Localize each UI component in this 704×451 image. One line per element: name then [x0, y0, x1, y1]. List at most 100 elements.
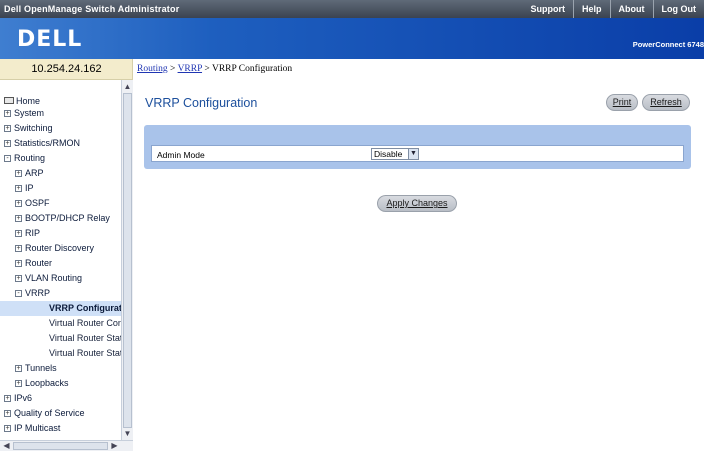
plus-box-icon[interactable]: + — [4, 425, 11, 432]
breadcrumb-current: VRRP Configuration — [211, 64, 293, 74]
banner: DELL PowerConnect 6748 — [0, 18, 704, 59]
top-bar: Dell OpenManage Switch Administrator Sup… — [0, 0, 704, 18]
plus-box-icon[interactable]: + — [4, 395, 11, 402]
sidebar-vertical-scrollbar[interactable]: ▲ ▼ — [121, 80, 133, 440]
tree-item-label: Tunnels — [25, 363, 57, 373]
tree-item-label: Virtual Router Con — [49, 318, 121, 328]
tree-item-bootp-dhcp-relay[interactable]: + BOOTP/DHCP Relay — [15, 211, 110, 226]
breadcrumb: Routing > VRRP > VRRP Configuration — [133, 59, 704, 80]
help-link[interactable]: Help — [572, 0, 610, 18]
tree-item-label: Router Discovery — [25, 243, 95, 253]
scrollbar-thumb[interactable] — [13, 442, 108, 450]
scroll-right-icon[interactable]: ▶ — [109, 441, 120, 451]
tree-item-virtual-router-config[interactable]: Virtual Router Con — [49, 316, 121, 331]
tree-item-label: Statistics/RMON — [14, 138, 81, 148]
tree-item-vrrp-configuration[interactable]: VRRP Configurat — [0, 301, 121, 316]
dell-logo: DELL — [17, 27, 83, 52]
tree-item-switching[interactable]: + Switching — [4, 121, 53, 136]
sidebar-horizontal-scrollbar[interactable]: ◀ ▶ — [0, 440, 133, 451]
plus-box-icon[interactable]: + — [15, 380, 22, 387]
tree-item-loopbacks[interactable]: + Loopbacks — [15, 376, 69, 391]
plus-box-icon[interactable]: + — [15, 230, 22, 237]
admin-mode-row: Admin Mode Disable ▼ — [151, 145, 684, 162]
scroll-up-icon[interactable]: ▲ — [122, 81, 133, 92]
tree-item-arp[interactable]: + ARP — [15, 166, 44, 181]
tree-item-label: Router — [25, 258, 53, 268]
plus-box-icon[interactable]: + — [15, 185, 22, 192]
tree-item-router-discovery[interactable]: + Router Discovery — [15, 241, 94, 256]
minus-box-icon[interactable]: - — [4, 155, 11, 162]
tree-item-routing[interactable]: - Routing — [4, 151, 45, 166]
apply-changes-button[interactable]: Apply Changes — [377, 195, 457, 212]
print-button[interactable]: Print — [606, 94, 638, 111]
navigation-tree: Home + System + Switching + Statistics/RMON… — [0, 80, 121, 440]
admin-mode-value: Disable — [374, 149, 403, 159]
tree-item-label: ARP — [25, 168, 44, 178]
plus-box-icon[interactable]: + — [15, 260, 22, 267]
tree-item-ip[interactable]: + IP — [15, 181, 34, 196]
breadcrumb-vrrp-link[interactable]: VRRP — [178, 64, 202, 74]
tree-item-label: IP — [25, 183, 34, 193]
scrollbar-thumb[interactable] — [123, 93, 132, 428]
folder-icon — [4, 97, 14, 104]
ip-address: 10.254.24.162 — [31, 63, 102, 75]
plus-box-icon[interactable]: + — [15, 275, 22, 282]
plus-box-icon[interactable]: + — [15, 245, 22, 252]
tree-item-ipv6[interactable]: + IPv6 — [4, 391, 32, 406]
tree-item-label: IP Multicast — [14, 423, 61, 433]
admin-mode-select[interactable]: Disable ▼ — [371, 148, 419, 160]
plus-box-icon[interactable]: + — [4, 140, 11, 147]
tree-item-vrrp[interactable]: - VRRP — [15, 286, 50, 301]
breadcrumb-separator: > — [167, 64, 178, 74]
plus-box-icon[interactable]: + — [15, 170, 22, 177]
tree-item-label: Virtual Router Stat — [49, 333, 121, 343]
ip-address-box: 10.254.24.162 — [0, 59, 133, 80]
scroll-left-icon[interactable]: ◀ — [1, 441, 12, 451]
tree-item-statistics-rmon[interactable]: + Statistics/RMON — [4, 136, 80, 151]
tree-item-tunnels[interactable]: + Tunnels — [15, 361, 57, 376]
breadcrumb-text: Routing > VRRP > VRRP Configuration — [137, 64, 292, 74]
tree-item-virtual-router-status[interactable]: Virtual Router Stat — [49, 331, 121, 346]
logout-link[interactable]: Log Out — [652, 0, 704, 18]
tree-item-label: System — [14, 108, 45, 118]
tree-item-label: RIP — [25, 228, 41, 238]
chevron-down-icon[interactable]: ▼ — [408, 149, 418, 159]
tree-item-label: VRRP Configurat — [49, 303, 121, 313]
plus-box-icon[interactable]: + — [4, 110, 11, 117]
about-link[interactable]: About — [609, 0, 653, 18]
tree-item-virtual-router-statistics[interactable]: Virtual Router Stat — [49, 346, 121, 361]
tree-item-router[interactable]: + Router — [15, 256, 52, 271]
tree-item-label: VLAN Routing — [25, 273, 83, 283]
plus-box-icon[interactable]: + — [4, 410, 11, 417]
navigation-sidebar: Home + System + Switching + Statistics/RMON… — [0, 80, 133, 451]
tree-item-label: Virtual Router Stat — [49, 348, 121, 358]
refresh-button[interactable]: Refresh — [642, 94, 690, 111]
tree-item-label: BOOTP/DHCP Relay — [25, 213, 110, 223]
minus-box-icon[interactable]: - — [15, 290, 22, 297]
top-links: Support Help About Log Out — [522, 0, 704, 18]
admin-mode-label: Admin Mode — [157, 150, 205, 160]
model-name: PowerConnect 6748 — [632, 40, 704, 49]
plus-box-icon[interactable]: + — [15, 365, 22, 372]
tree-item-label: Switching — [14, 123, 53, 133]
tree-item-system[interactable]: + System — [4, 106, 44, 121]
tree-item-label: Home — [16, 96, 41, 106]
tree-item-ospf[interactable]: + OSPF — [15, 196, 50, 211]
tree-item-ip-multicast[interactable]: + IP Multicast — [4, 421, 60, 436]
tree-item-label: OSPF — [25, 198, 50, 208]
tree-item-label: VRRP — [25, 288, 51, 298]
scroll-down-icon[interactable]: ▼ — [122, 428, 133, 439]
plus-box-icon[interactable]: + — [15, 215, 22, 222]
tree-item-vlan-routing[interactable]: + VLAN Routing — [15, 271, 82, 286]
tree-item-rip[interactable]: + RIP — [15, 226, 40, 241]
tree-item-quality-of-service[interactable]: + Quality of Service — [4, 406, 85, 421]
main-content: VRRP Configuration Print Refresh Admin M… — [134, 80, 704, 451]
tree-item-label: IPv6 — [14, 393, 33, 403]
tree-item-label: Routing — [14, 153, 46, 163]
support-link[interactable]: Support — [522, 0, 573, 18]
plus-box-icon[interactable]: + — [4, 125, 11, 132]
breadcrumb-separator: > — [202, 64, 212, 74]
plus-box-icon[interactable]: + — [15, 200, 22, 207]
page-title: VRRP Configuration — [145, 96, 258, 110]
breadcrumb-routing-link[interactable]: Routing — [137, 64, 168, 74]
